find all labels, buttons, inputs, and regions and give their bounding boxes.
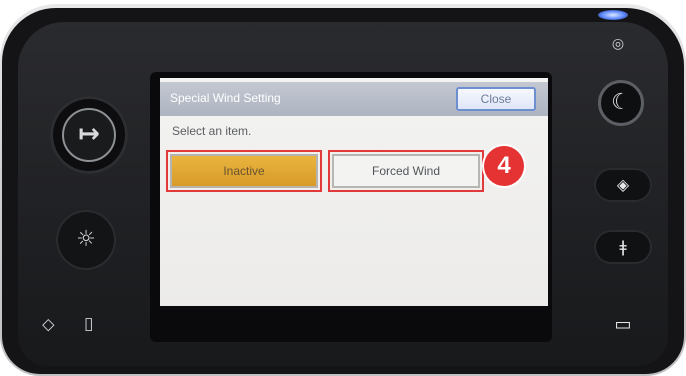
status-led-icon: [598, 10, 628, 20]
key-icon: ǂ: [619, 237, 627, 256]
screen-header: Special Wind Setting Close: [160, 82, 548, 116]
sim-card-icon[interactable]: ▭: [612, 314, 634, 336]
key-button[interactable]: ǂ: [594, 230, 652, 264]
select-item-prompt: Select an item.: [172, 124, 252, 138]
brightness-button[interactable]: ☼: [56, 210, 116, 270]
power-indicator-icon: ◎: [611, 36, 625, 52]
left-bottom-controls: ⬦ ▯: [42, 314, 132, 342]
step-number-badge: 4: [484, 146, 524, 186]
tray-icon[interactable]: ⬦: [42, 314, 55, 335]
login-button[interactable]: ↦: [50, 96, 128, 174]
energy-saver-moon-icon: ☾: [611, 90, 631, 115]
energy-saver-button[interactable]: ☾: [598, 80, 644, 126]
login-arrow-icon: ↦: [62, 108, 116, 162]
close-button[interactable]: Close: [456, 87, 536, 111]
document-icon[interactable]: ▯: [84, 314, 93, 334]
option-inactive-button[interactable]: Inactive: [170, 154, 318, 188]
option-forced-wind-button[interactable]: Forced Wind: [332, 154, 480, 188]
brightness-icon: ☼: [76, 227, 96, 252]
check-status-button[interactable]: ◈: [594, 168, 652, 202]
check-status-icon: ◈: [616, 175, 630, 194]
touchscreen: Special Wind Setting Close Select an ite…: [160, 78, 548, 306]
screen-title: Special Wind Setting: [170, 91, 281, 105]
